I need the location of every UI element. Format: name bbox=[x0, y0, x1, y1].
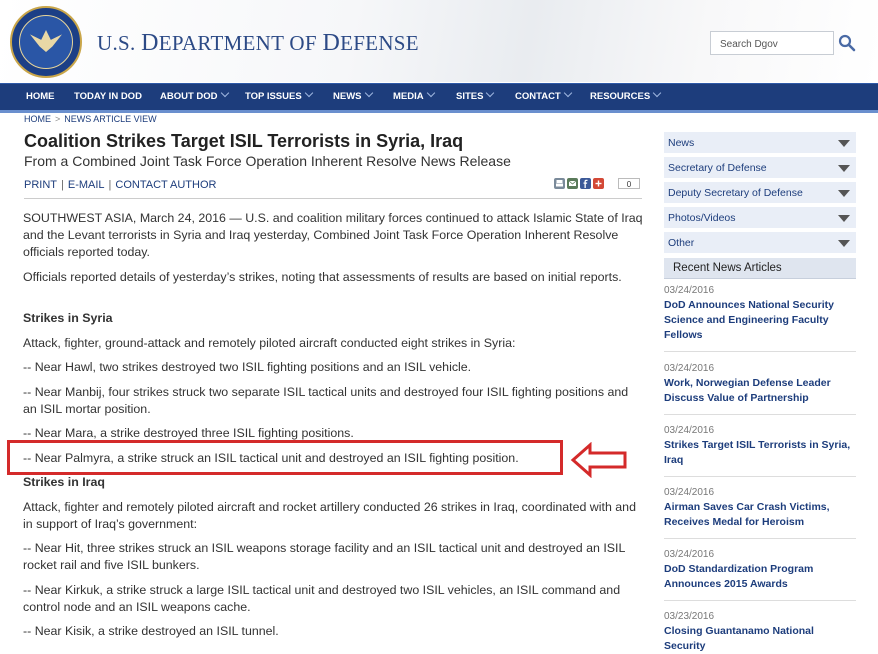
article-paragraph: -- Near Hawl, two strikes destroyed two … bbox=[23, 360, 472, 374]
section-heading: Strikes in Iraq bbox=[23, 475, 105, 489]
nav-resources[interactable]: RESOURCES bbox=[590, 84, 662, 110]
sidebar-item-deputy-secretary[interactable]: Deputy Secretary of Defense bbox=[664, 182, 856, 205]
article-subtitle: From a Combined Joint Task Force Operati… bbox=[24, 153, 511, 169]
triangle-down-icon bbox=[838, 140, 850, 147]
recent-news-date: 03/24/2016 bbox=[664, 487, 715, 498]
recent-news-date: 03/24/2016 bbox=[664, 549, 715, 560]
recent-news-title[interactable]: Closing Guantanamo National Security bbox=[664, 624, 856, 654]
article-paragraph: -- Near Kirkuk, a strike struck a large … bbox=[23, 583, 621, 614]
divider bbox=[664, 351, 856, 352]
search-icon[interactable] bbox=[838, 34, 856, 52]
recent-news-title[interactable]: DoD Standardization Program Announces 20… bbox=[664, 562, 856, 592]
divider bbox=[664, 538, 856, 539]
recent-news-date: 03/23/2016 bbox=[664, 611, 715, 622]
recent-news-date: 03/24/2016 bbox=[664, 363, 715, 374]
breadcrumb-home[interactable]: HOME bbox=[24, 114, 51, 124]
article-tools: PRINT | E-MAIL | CONTACT AUTHOR bbox=[24, 179, 216, 191]
breadcrumb-current: NEWS ARTICLE VIEW bbox=[64, 114, 157, 124]
tools-separator: | bbox=[108, 179, 112, 191]
recent-news-title[interactable]: Strikes Target ISIL Terrorists in Syria,… bbox=[664, 438, 856, 468]
main-nav: HOME TODAY IN DOD ABOUT DOD TOP ISSUES N… bbox=[0, 83, 878, 113]
recent-news-date: 03/24/2016 bbox=[664, 425, 715, 436]
email-link[interactable]: E-MAIL bbox=[68, 179, 105, 191]
section-heading: Strikes in Syria bbox=[23, 311, 113, 325]
breadcrumb: HOME > NEWS ARTICLE VIEW bbox=[24, 114, 157, 124]
breadcrumb-separator: > bbox=[55, 114, 61, 124]
site-title[interactable]: U.S. DEPARTMENT OF DEFENSE bbox=[97, 30, 419, 57]
facebook-icon[interactable] bbox=[580, 178, 591, 189]
triangle-down-icon bbox=[838, 215, 850, 222]
recent-news-item[interactable]: 03/24/2016 Work, Norwegian Defense Leade… bbox=[664, 363, 856, 406]
share-count: 0 bbox=[618, 178, 640, 189]
nav-about-dod[interactable]: ABOUT DOD bbox=[160, 84, 229, 110]
article-paragraph: SOUTHWEST ASIA, March 24, 2016 — U.S. an… bbox=[23, 211, 643, 259]
recent-news-item[interactable]: 03/24/2016 DoD Standardization Program A… bbox=[664, 549, 856, 592]
nav-sites[interactable]: SITES bbox=[456, 84, 495, 110]
divider bbox=[664, 476, 856, 477]
article-paragraph: -- Near Manbij, four strikes struck two … bbox=[23, 385, 629, 416]
article-paragraph: Officials reported details of yesterday’… bbox=[23, 270, 622, 284]
dod-seal-logo[interactable] bbox=[10, 6, 82, 78]
annotation-arrow-icon bbox=[570, 442, 627, 478]
search-input[interactable]: Search Dgov bbox=[710, 31, 834, 55]
article-paragraph: Attack, fighter and remotely piloted air… bbox=[23, 500, 636, 531]
divider bbox=[664, 600, 856, 601]
sidebar-item-news[interactable]: News bbox=[664, 132, 856, 155]
recent-news-title[interactable]: DoD Announces National Security Science … bbox=[664, 298, 856, 343]
chevron-down-icon bbox=[486, 88, 495, 98]
divider bbox=[664, 414, 856, 415]
recent-news-item[interactable]: 03/24/2016 DoD Announces National Securi… bbox=[664, 285, 856, 343]
article-title: Coalition Strikes Target ISIL Terrorists… bbox=[24, 131, 464, 151]
chevron-down-icon bbox=[426, 88, 435, 98]
article-paragraph: Attack, fighter, ground-attack and remot… bbox=[23, 336, 516, 350]
print-icon[interactable] bbox=[554, 178, 565, 189]
recent-news-item[interactable]: 03/23/2016 Closing Guantanamo National S… bbox=[664, 611, 856, 654]
contact-author-link[interactable]: CONTACT AUTHOR bbox=[115, 179, 216, 191]
sidebar-item-other[interactable]: Other bbox=[664, 232, 856, 255]
nav-contact[interactable]: CONTACT bbox=[515, 84, 572, 110]
nav-media[interactable]: MEDIA bbox=[393, 84, 435, 110]
triangle-down-icon bbox=[838, 190, 850, 197]
chevron-down-icon bbox=[563, 88, 572, 98]
recent-news-title[interactable]: Work, Norwegian Defense Leader Discuss V… bbox=[664, 376, 856, 406]
chevron-down-icon bbox=[220, 88, 229, 98]
article-paragraph: -- Near Hit, three strikes struck an ISI… bbox=[23, 541, 625, 572]
chevron-down-icon bbox=[652, 88, 662, 98]
nav-today-in-dod[interactable]: TODAY IN DOD bbox=[74, 84, 142, 110]
recent-news-title[interactable]: Airman Saves Car Crash Victims, Receives… bbox=[664, 500, 856, 530]
chevron-down-icon bbox=[364, 88, 373, 98]
triangle-down-icon bbox=[838, 240, 850, 247]
recent-news-item[interactable]: 03/24/2016 Strikes Target ISIL Terrorist… bbox=[664, 425, 856, 468]
recent-news-item[interactable]: 03/24/2016 Airman Saves Car Crash Victim… bbox=[664, 487, 856, 530]
tools-separator: | bbox=[61, 179, 64, 191]
sidebar-item-photos-videos[interactable]: Photos/Videos bbox=[664, 207, 856, 230]
nav-news[interactable]: NEWS bbox=[333, 84, 373, 110]
recent-news-header: Recent News Articles bbox=[664, 258, 856, 279]
sidebar-item-secretary[interactable]: Secretary of Defense bbox=[664, 157, 856, 180]
site-header: U.S. DEPARTMENT OF DEFENSE Search Dgov bbox=[0, 0, 878, 82]
divider bbox=[24, 198, 642, 199]
nav-top-issues[interactable]: TOP ISSUES bbox=[245, 84, 313, 110]
triangle-down-icon bbox=[838, 165, 850, 172]
google-plus-icon[interactable] bbox=[593, 178, 604, 189]
recent-news-date: 03/24/2016 bbox=[664, 285, 715, 296]
article-paragraph: -- Near Kisik, a strike destroyed an ISI… bbox=[23, 624, 279, 638]
annotation-highlight-box bbox=[7, 440, 563, 475]
chevron-down-icon bbox=[304, 88, 313, 98]
nav-home[interactable]: HOME bbox=[26, 84, 55, 110]
print-link[interactable]: PRINT bbox=[24, 179, 57, 191]
email-icon[interactable] bbox=[567, 178, 578, 189]
